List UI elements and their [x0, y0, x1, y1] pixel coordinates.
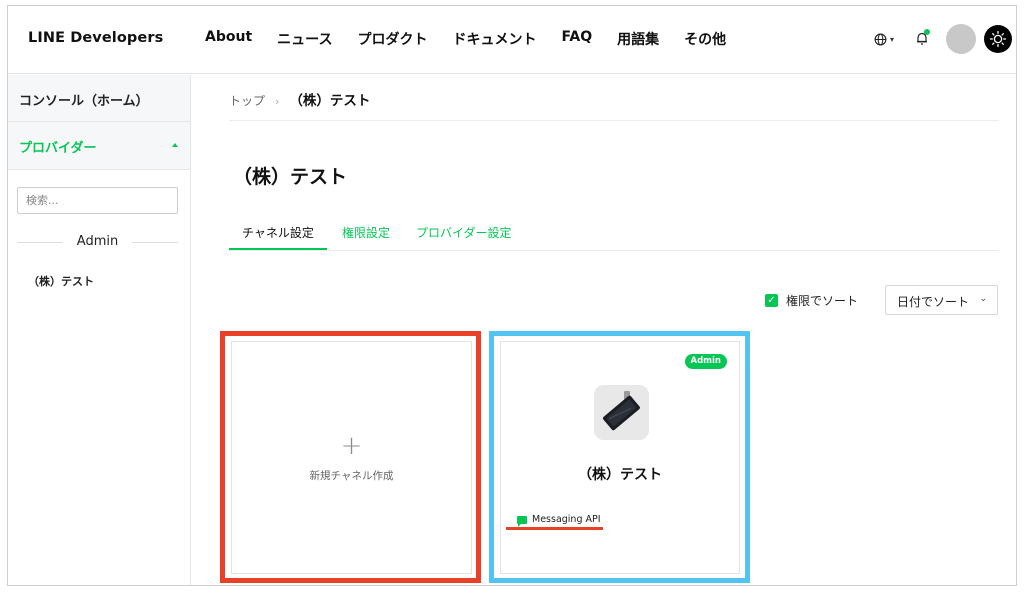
sun-icon — [989, 30, 1007, 48]
tab-permission-settings[interactable]: 権限設定 — [342, 224, 390, 241]
channel-icon-image — [594, 385, 649, 440]
plus-icon: + — [340, 431, 363, 461]
group-divider: Admin — [17, 234, 178, 250]
channel-type: Messaging API — [517, 514, 601, 527]
chevron-down-icon: ▾ — [889, 34, 894, 44]
avatar[interactable] — [946, 24, 976, 54]
nav-more[interactable]: その他 — [684, 29, 726, 49]
brand-logo[interactable]: LINE Developers — [28, 30, 163, 46]
search-input[interactable] — [17, 187, 178, 214]
nav-docs[interactable]: ドキュメント — [452, 29, 536, 49]
nav-about[interactable]: About — [205, 29, 252, 49]
main-nav: About ニュース プロダクト ドキュメント FAQ 用語集 その他 — [205, 29, 751, 49]
top-navbar: LINE Developers About ニュース プロダクト ドキュメント … — [8, 6, 1016, 74]
notification-button[interactable] — [916, 28, 930, 49]
language-selector[interactable]: ▾ — [874, 33, 894, 46]
theme-toggle-button[interactable] — [984, 25, 1012, 53]
notification-dot — [924, 28, 930, 35]
breadcrumb: トップ › （株）テスト — [229, 89, 370, 109]
chevron-up-icon — [172, 143, 178, 147]
breadcrumb-current: （株）テスト — [289, 93, 371, 109]
breadcrumb-top-link[interactable]: トップ — [229, 92, 265, 109]
main-content: トップ › （株）テスト （株）テスト チャネル設定 権限設定 プロバイダー設定… — [191, 75, 1016, 585]
sort-select[interactable]: 日付でソート ⌄ — [885, 285, 998, 315]
chat-bubble-icon — [517, 515, 527, 527]
breadcrumb-separator: › — [275, 95, 280, 108]
channel-name: （株）テスト — [578, 467, 662, 483]
nav-products[interactable]: プロダクト — [357, 29, 427, 49]
checkmark-icon: ✓ — [765, 294, 778, 307]
checkbox-label: 権限でソート — [786, 294, 859, 308]
globe-icon — [874, 33, 887, 45]
header-actions: ▾ — [874, 24, 1012, 54]
sidebar-item-provider[interactable]: プロバイダー — [8, 122, 190, 170]
tab-bar: チャネル設定 権限設定 プロバイダー設定 — [229, 216, 999, 251]
chevron-down-icon: ⌄ — [979, 294, 987, 304]
nav-news[interactable]: ニュース — [277, 29, 332, 49]
nav-glossary[interactable]: 用語集 — [617, 29, 659, 49]
underline-highlight — [506, 527, 603, 530]
divider — [229, 120, 999, 121]
sort-by-permission-checkbox[interactable]: ✓ 権限でソート — [765, 292, 858, 309]
sidebar-item-label: プロバイダー — [19, 141, 97, 156]
tab-provider-settings[interactable]: プロバイダー設定 — [416, 224, 512, 241]
tab-channel-settings[interactable]: チャネル設定 — [229, 224, 327, 250]
sidebar-item-console-home[interactable]: コンソール（ホーム） — [8, 75, 190, 122]
channel-card[interactable]: Admin （株）テスト Messaging API — [500, 341, 740, 574]
sidebar-item-company[interactable]: （株）テスト — [28, 273, 94, 289]
nav-faq[interactable]: FAQ — [561, 29, 592, 49]
channel-type-label: Messaging API — [532, 514, 601, 525]
sort-select-value: 日付でソート — [897, 295, 970, 309]
sidebar: コンソール（ホーム） プロバイダー Admin （株）テスト — [8, 75, 191, 585]
admin-badge: Admin — [684, 354, 727, 369]
page-title: （株）テスト — [233, 166, 348, 188]
create-channel-label: 新規チャネル作成 — [309, 470, 394, 482]
app-window: LINE Developers About ニュース プロダクト ドキュメント … — [7, 5, 1017, 586]
create-channel-card[interactable]: + 新規チャネル作成 — [231, 341, 472, 574]
